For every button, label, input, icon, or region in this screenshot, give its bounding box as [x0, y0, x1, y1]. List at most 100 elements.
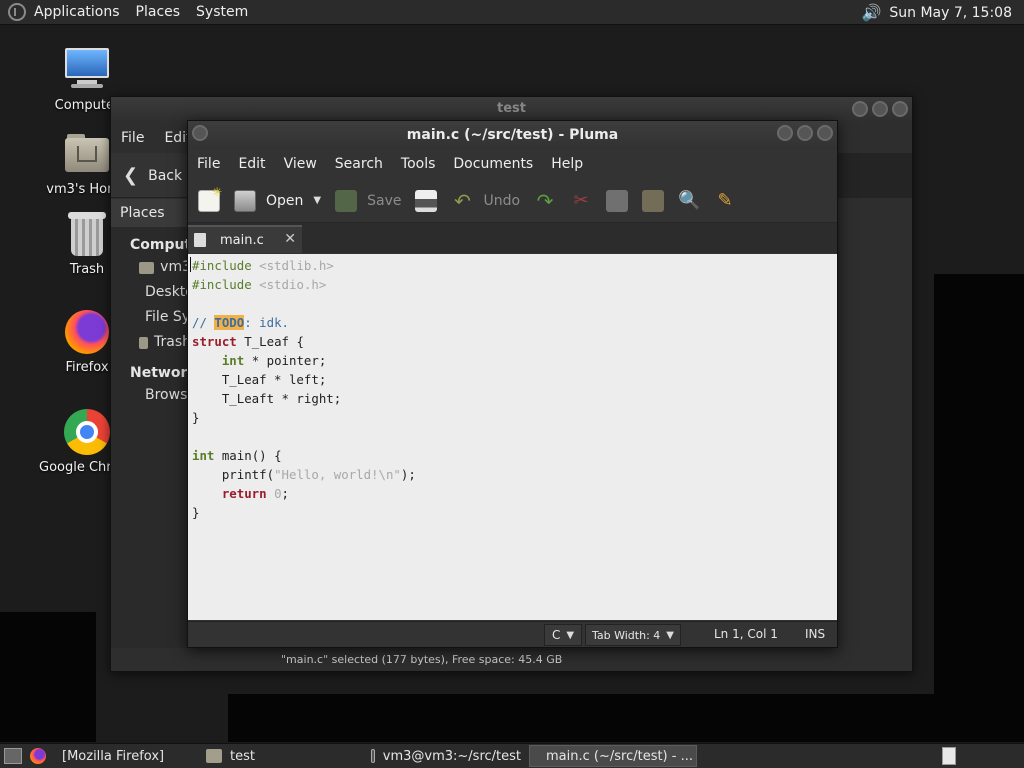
chrome-icon: [63, 408, 111, 456]
sidebar-item-browse-network[interactable]: Browse Network: [111, 383, 259, 408]
task-pluma[interactable]: main.c (~/src/test) - ...: [529, 745, 697, 767]
places-header[interactable]: Places: [111, 199, 191, 227]
code-line: }: [192, 410, 200, 425]
pluma-window: main.c (~/src/test) - Pluma File Edit Vi…: [187, 120, 838, 648]
code-line: T_Leaft * right;: [192, 391, 342, 406]
code-line: printf("Hello, world!\n");: [192, 467, 416, 482]
maximize-button[interactable]: [872, 101, 888, 117]
copy-icon: [606, 189, 629, 212]
replace-button[interactable]: ✎: [714, 190, 736, 212]
terminal-icon: [371, 749, 375, 763]
places-menu[interactable]: Places: [128, 0, 189, 25]
workspace-switcher[interactable]: [942, 747, 956, 765]
clock[interactable]: Sun May 7, 15:08: [889, 5, 1024, 21]
code-line: T_Leaf * left;: [192, 372, 327, 387]
maximize-button[interactable]: [797, 125, 813, 141]
text-cursor: [190, 257, 191, 272]
menu-documents[interactable]: Documents: [444, 156, 542, 172]
new-document-button[interactable]: [198, 185, 222, 212]
sidebar-item-home[interactable]: vm3: [111, 255, 191, 280]
pluma-titlebar[interactable]: main.c (~/src/test) - Pluma: [188, 121, 837, 149]
firefox-icon: [63, 308, 111, 356]
chevron-down-icon: ▼: [566, 629, 575, 641]
window-controls: [777, 125, 833, 141]
menu-tools[interactable]: Tools: [392, 156, 445, 172]
home-folder-icon: [63, 130, 111, 178]
firefox-launcher-icon[interactable]: [30, 748, 46, 764]
volume-icon[interactable]: 🔊: [861, 3, 881, 22]
copy-button[interactable]: [606, 189, 629, 212]
file-manager-titlebar[interactable]: test: [111, 97, 912, 121]
open-button[interactable]: Open ▼: [234, 189, 321, 212]
applications-menu[interactable]: Applications: [26, 0, 128, 25]
tab-width-selector[interactable]: Tab Width: 4 ▼: [585, 624, 681, 646]
undo-button[interactable]: ↶ Undo: [451, 190, 520, 212]
minimize-button[interactable]: [852, 101, 868, 117]
tab-label: main.c: [220, 232, 264, 248]
close-button[interactable]: [892, 101, 908, 117]
code-line: }: [192, 505, 200, 520]
folder-icon: [206, 749, 222, 763]
task-firefox[interactable]: [Mozilla Firefox]: [54, 745, 198, 767]
replace-icon: ✎: [717, 189, 733, 211]
file-manager-statusbar: "main.c" selected (177 bytes), Free spac…: [111, 648, 912, 671]
code-line: #include <stdlib.h>: [192, 258, 334, 273]
minimize-button[interactable]: [777, 125, 793, 141]
desktop-dark-area: [720, 694, 934, 742]
chevron-down-icon[interactable]: ▼: [313, 195, 321, 206]
window-menu: [192, 125, 208, 141]
code-line: struct T_Leaf {: [192, 334, 304, 349]
sidebar-group-network: Network: [130, 365, 197, 381]
code-line: int * pointer;: [221, 353, 327, 368]
close-button[interactable]: [817, 125, 833, 141]
print-icon: [415, 189, 438, 212]
menu-help[interactable]: Help: [542, 156, 592, 172]
bottom-taskbar: [Mozilla Firefox] test vm3@vm3:~/src/tes…: [0, 743, 1024, 768]
language-selector[interactable]: C ▼: [544, 624, 582, 646]
code-editor[interactable]: #include <stdlib.h> #include <stdio.h> /…: [188, 254, 837, 620]
c-file-icon: [194, 233, 206, 247]
toolbar-area: [837, 153, 912, 198]
menu-search[interactable]: Search: [326, 156, 392, 172]
sidebar-item-filesystem[interactable]: File System: [111, 305, 225, 330]
paste-icon: [642, 189, 665, 212]
insert-mode: INS: [805, 627, 826, 641]
undo-icon: ↶: [454, 188, 471, 213]
desktop-dark-area: [228, 694, 720, 742]
show-desktop-button[interactable]: [4, 748, 22, 764]
sidebar-item-desktop[interactable]: Desktop: [111, 280, 203, 305]
code-line: int main() {: [192, 448, 282, 463]
mate-logo-icon[interactable]: [8, 3, 26, 21]
task-file-manager[interactable]: test: [198, 745, 363, 767]
pluma-statusbar: C ▼ Tab Width: 4 ▼ Ln 1, Col 1 INS: [188, 621, 837, 647]
window-menu-button[interactable]: [192, 125, 208, 141]
back-button[interactable]: ❮ Back: [123, 165, 182, 186]
task-terminal[interactable]: vm3@vm3:~/src/test: [363, 745, 529, 767]
system-menu[interactable]: System: [188, 0, 256, 25]
window-title: test: [497, 101, 526, 116]
save-button[interactable]: Save: [335, 189, 401, 212]
trash-icon: [139, 336, 148, 349]
cut-button[interactable]: ✂: [570, 190, 592, 212]
desktop-dark-area: [934, 274, 1024, 742]
close-tab-icon[interactable]: ✕: [284, 231, 296, 247]
menu-file[interactable]: File: [111, 130, 154, 146]
cut-icon: ✂: [573, 189, 589, 211]
menu-view[interactable]: View: [275, 156, 326, 172]
back-label: Back: [148, 167, 183, 184]
code-line: #include <stdio.h>: [192, 277, 327, 292]
find-button[interactable]: 🔍: [678, 190, 700, 212]
search-icon: 🔍: [678, 189, 701, 211]
print-button[interactable]: [415, 189, 438, 212]
menu-edit[interactable]: Edit: [229, 156, 274, 172]
menu-file[interactable]: File: [188, 156, 229, 172]
tab-main-c[interactable]: main.c ✕: [188, 225, 302, 253]
top-panel: Applications Places System 🔊 Sun May 7, …: [0, 0, 1024, 25]
sidebar-item-trash[interactable]: Trash: [111, 330, 191, 355]
computer-icon: [63, 46, 111, 94]
paste-button[interactable]: [642, 189, 665, 212]
redo-button[interactable]: ↷: [534, 190, 556, 212]
open-icon: [234, 189, 256, 212]
